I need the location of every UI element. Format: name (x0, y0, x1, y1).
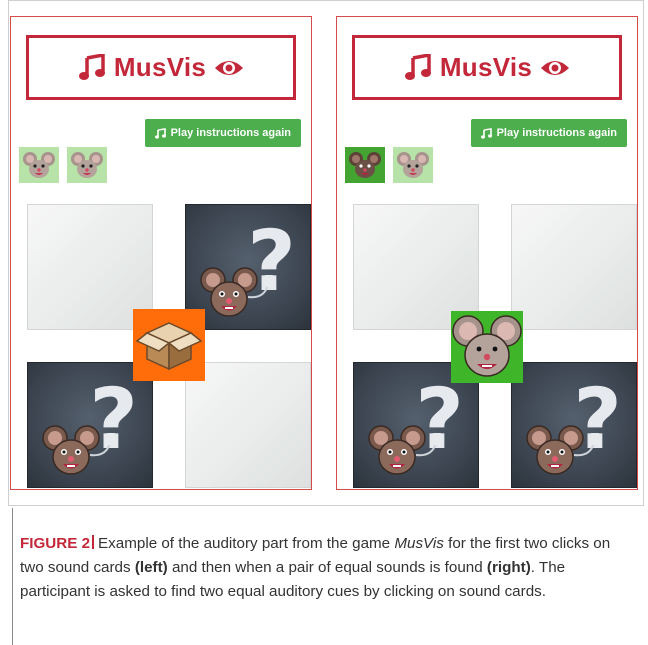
pair-token (393, 147, 433, 183)
mouse-icon (397, 152, 429, 178)
app-header: MusVis (26, 35, 296, 100)
caption-separator (92, 535, 95, 549)
eye-icon (215, 60, 244, 75)
game-panel-left: MusVis Play instructions again ? ? (10, 16, 312, 490)
mouse-icon (368, 425, 426, 475)
figure-label: FIGURE 2 (20, 535, 91, 552)
music-note-icon (78, 53, 105, 80)
caption-left-ref: (left) (134, 559, 168, 576)
mouse-icon (349, 152, 381, 178)
mouse-icon (71, 152, 103, 178)
music-note-icon (154, 127, 166, 139)
revealed-tile (133, 309, 205, 381)
mouse-icon (23, 152, 55, 178)
revealed-tile (451, 311, 523, 383)
pair-token (19, 147, 59, 183)
mouse-icon (526, 425, 584, 475)
box-icon (135, 322, 203, 371)
mouse-icon (452, 315, 522, 377)
eye-icon (541, 60, 570, 75)
caption-right-ref: (right) (486, 559, 531, 576)
music-note-icon (480, 127, 492, 139)
caption-text: Example of the auditory part from the ga… (98, 535, 395, 552)
sound-card[interactable] (511, 204, 637, 330)
play-instructions-button[interactable]: Play instructions again (470, 119, 627, 147)
play-instructions-label: Play instructions again (170, 127, 291, 139)
music-note-icon (404, 53, 431, 80)
mouse-icon (200, 267, 258, 317)
sound-card[interactable]: ? (511, 362, 637, 488)
found-pairs-tracker (345, 147, 433, 183)
pair-token (345, 147, 385, 183)
caption-rule (12, 508, 13, 645)
game-panel-right: MusVis Play instructions again ? ? (336, 16, 638, 490)
pair-token (67, 147, 107, 183)
caption-text: and then when a pair of equal sounds is … (167, 559, 487, 576)
app-header: MusVis (352, 35, 622, 100)
play-instructions-button[interactable]: Play instructions again (144, 119, 301, 147)
app-title: MusVis (113, 52, 207, 82)
caption-game-name: MusVis (394, 535, 444, 552)
play-instructions-label: Play instructions again (496, 127, 617, 139)
found-pairs-tracker (19, 147, 107, 183)
app-title: MusVis (439, 52, 533, 82)
figure-caption: FIGURE 2 Example of the auditory part fro… (20, 532, 630, 604)
mouse-icon (42, 425, 100, 475)
